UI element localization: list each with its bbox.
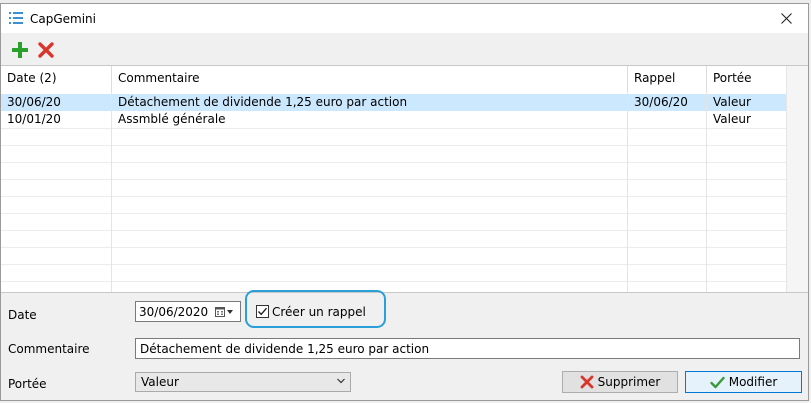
add-button[interactable] (11, 41, 29, 59)
date-label: Date (8, 308, 37, 322)
row-divider (1, 179, 788, 180)
cell-date: 30/06/20 (7, 95, 61, 109)
comment-label: Commentaire (8, 342, 90, 356)
table-row[interactable]: 30/06/20 Détachement de dividende 1,25 e… (1, 94, 788, 111)
toolbar (1, 34, 808, 64)
cell-reminder: 30/06/20 (634, 95, 688, 109)
list-icon (9, 12, 23, 24)
x-icon (580, 375, 594, 389)
chevron-down-icon (337, 378, 345, 384)
delete-button-label: Supprimer (597, 375, 661, 389)
row-divider (1, 128, 788, 129)
column-header-comment[interactable]: Commentaire (112, 66, 628, 91)
column-divider (111, 91, 112, 292)
row-divider (1, 247, 788, 248)
cell-scope: Valeur (713, 112, 751, 126)
column-header-reminder[interactable]: Rappel (628, 66, 707, 91)
comment-field[interactable]: Détachement de dividende 1,25 euro par a… (135, 338, 800, 359)
close-button[interactable] (764, 4, 808, 33)
row-divider (1, 162, 788, 163)
calendar-icon[interactable] (215, 306, 225, 317)
date-value: 30/06/2020 (139, 305, 209, 319)
grid-header: Date (2) Commentaire Rappel Portée (1, 66, 808, 91)
row-divider (1, 145, 788, 146)
row-divider (1, 230, 788, 231)
chevron-down-icon[interactable] (227, 310, 233, 314)
row-divider (1, 196, 788, 197)
row-divider (1, 213, 788, 214)
grid-scrollbar[interactable] (786, 66, 808, 292)
cell-comment: Assmblé générale (118, 112, 226, 126)
comment-value: Détachement de dividende 1,25 euro par a… (140, 342, 430, 356)
row-divider (1, 264, 788, 265)
delete-button[interactable]: Supprimer (562, 371, 678, 393)
reminder-checkbox-label[interactable]: Créer un rappel (272, 305, 366, 319)
table-row[interactable]: 10/01/20 Assmblé générale Valeur (1, 111, 788, 128)
scope-value: Valeur (141, 375, 179, 389)
scope-select[interactable]: Valeur (135, 372, 351, 392)
cell-scope: Valeur (713, 95, 751, 109)
date-picker[interactable]: 30/06/2020 (135, 301, 241, 322)
title-bar: CapGemini (1, 4, 808, 33)
cell-comment: Détachement de dividende 1,25 euro par a… (118, 95, 408, 109)
dialog-window: CapGemini Date (2) Commentaire Rappel Po… (0, 3, 809, 401)
reminder-checkbox[interactable] (256, 305, 269, 318)
column-header-date[interactable]: Date (2) (1, 66, 112, 91)
column-divider (627, 91, 628, 292)
column-divider (706, 91, 707, 292)
cell-date: 10/01/20 (7, 112, 61, 126)
events-grid: Date (2) Commentaire Rappel Portée 30/06… (1, 65, 808, 293)
row-divider (1, 281, 788, 282)
delete-toolbar-button[interactable] (37, 41, 55, 59)
cell-reminder (628, 111, 707, 128)
modify-button-label: Modifier (728, 375, 778, 389)
checkmark-icon (710, 376, 725, 388)
column-header-scope[interactable]: Portée (707, 66, 788, 91)
modify-button[interactable]: Modifier (685, 371, 802, 393)
window-title: CapGemini (30, 12, 96, 26)
close-icon (780, 13, 792, 24)
check-icon (257, 307, 268, 316)
scope-label: Portée (8, 377, 47, 391)
